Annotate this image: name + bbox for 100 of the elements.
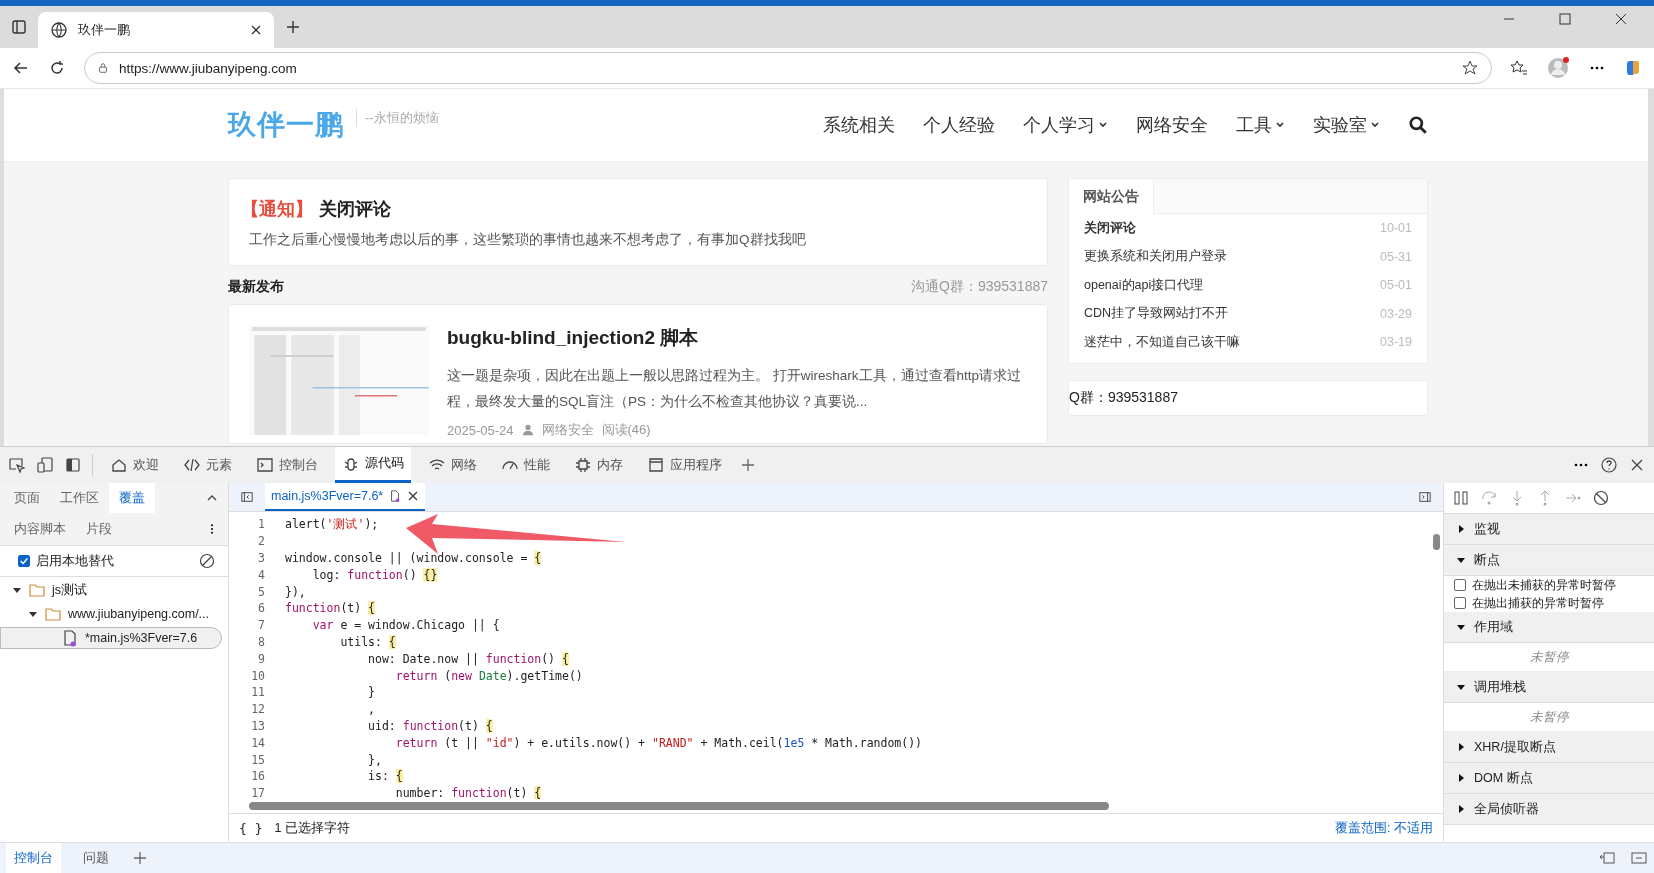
notice-title[interactable]: 关闭评论 [319,199,391,219]
checkbox[interactable] [1454,597,1466,609]
dock-icon[interactable] [64,456,82,474]
announcement-link[interactable]: 迷茫中，不知道自己该干嘛 [1084,333,1240,351]
notice-text: 工作之后重心慢慢地考虑以后的事，这些繁琐的事情也越来不想考虑了，有事加Q群找我吧 [249,231,807,249]
devtools-tab[interactable]: 应用程序 [640,447,729,483]
expand-arrow-icon[interactable] [1456,622,1466,632]
help-icon[interactable] [1600,456,1618,474]
devtools-tab[interactable]: 性能 [494,447,557,483]
clear-icon[interactable] [198,552,216,570]
devtools-tab[interactable]: 元素 [176,447,239,483]
device-icon[interactable] [36,456,54,474]
navigator-tab[interactable]: 片段 [76,514,122,544]
expand-arrow-icon[interactable] [1456,742,1466,752]
browser-tab[interactable]: 玖伴一鹏 [38,12,274,48]
star-icon[interactable] [1461,59,1479,77]
announcement-date: 05-01 [1380,278,1412,293]
nav-link[interactable]: 个人经验 [923,113,995,137]
inspect-icon[interactable] [8,456,26,474]
announcement-link[interactable]: 更换系统和关闭用户登录 [1084,248,1227,266]
expand-arrow-icon[interactable] [1456,773,1466,783]
code-line: now: Date.now || function() { [367,651,569,666]
nav-link[interactable]: 个人学习 [1023,113,1108,137]
line-number: 12 [250,702,265,717]
sidebar-toggle-icon[interactable] [241,491,253,503]
close-icon[interactable] [250,24,262,36]
new-tab-icon[interactable] [284,18,302,36]
avatar-icon[interactable] [1546,56,1570,80]
announcement-link[interactable]: openai的api接口代理 [1084,276,1204,294]
folder-icon [28,581,46,599]
nav-link[interactable]: 系统相关 [823,113,895,137]
section-header[interactable]: 全局侦听器 [1444,794,1654,825]
devtools-tab[interactable]: 欢迎 [103,447,166,483]
nav-link[interactable]: 网络安全 [1136,113,1208,137]
announcement-link[interactable]: CDN挂了导致网站打不开 [1084,305,1229,323]
favorites-icon[interactable] [1510,59,1528,77]
line-number: 4 [257,567,265,582]
nav-link[interactable]: 实验室 [1313,113,1380,137]
copilot-icon[interactable] [1624,59,1642,77]
file-icon [61,629,79,647]
post-date: 2025-05-24 [447,422,514,438]
devtools-tab[interactable]: 网络 [421,447,484,483]
expand-arrow-icon[interactable] [1456,682,1466,692]
file-tab[interactable]: main.js%3Fver=7.6* [265,483,426,511]
navigator-tab[interactable]: 覆盖 [109,483,155,513]
checkbox[interactable] [18,555,30,567]
panel-toggle-icon[interactable] [1419,491,1431,503]
empty-message: 未暂停 [1529,708,1569,726]
navigator-tab[interactable]: 页面 [4,483,50,513]
coverage-link[interactable]: 覆盖范围: 不适用 [1335,819,1433,837]
expand-arrow-icon[interactable] [1456,804,1466,814]
devtools-tab[interactable]: 控制台 [249,447,325,483]
reload-icon[interactable] [48,59,66,77]
expand-arrow-icon[interactable] [28,609,38,619]
tree-item[interactable]: www.jiubanyipeng.com/... [0,603,228,625]
tree-item[interactable]: *main.js%3Fver=7.6 [0,627,222,649]
dock-icon[interactable] [1598,849,1616,867]
expand-arrow-icon[interactable] [12,585,22,595]
pause-icon[interactable] [1452,489,1470,507]
pretty-print-button[interactable]: { } [239,820,263,836]
checkbox-label: 在抛出未捕获的异常时暂停 [1472,577,1616,593]
window-icon [647,456,665,474]
file-icon [389,490,402,502]
drawer-tab[interactable]: 问题 [75,843,117,873]
devtools-tab[interactable]: 内存 [567,447,630,483]
section-header[interactable]: XHR/提取断点 [1444,732,1654,763]
deactivate-breakpoints-icon[interactable] [1592,489,1610,507]
code-line: is: { [367,769,403,784]
line-number: 9 [257,651,265,666]
expand-arrow-icon[interactable] [1456,524,1466,534]
empty-message: 未暂停 [1529,648,1569,666]
announcement-tab[interactable]: 网站公告 [1069,179,1154,214]
drawer-tab[interactable]: 控制台 [6,843,61,873]
section-header[interactable]: 调用堆栈 [1444,672,1654,703]
console-icon [256,456,274,474]
line-number: 6 [257,601,265,616]
checkbox[interactable] [1454,579,1466,591]
expand-arrow-icon[interactable] [1456,555,1466,565]
maximize-icon[interactable] [1556,10,1574,28]
announcement-link[interactable]: 关闭评论 [1084,219,1136,237]
section-header[interactable]: 监视 [1444,514,1654,545]
line-number: 3 [257,551,265,565]
navigator-tab[interactable]: 工作区 [50,483,109,513]
section-header[interactable]: 断点 [1444,545,1654,576]
section-header[interactable]: DOM 断点 [1444,763,1654,794]
devtools-tab[interactable]: 源代码 [335,447,411,483]
nav-link[interactable]: 工具 [1236,113,1285,137]
section-header[interactable]: 作用域 [1444,612,1654,643]
qq-group-text: Q群：939531887 [1069,388,1178,407]
navigator-tab[interactable]: 内容脚本 [4,514,76,544]
close-icon[interactable] [407,490,420,502]
add-icon[interactable] [131,849,149,867]
announcement-date: 03-29 [1380,306,1412,321]
post-reads: 阅读(46) [601,421,651,439]
checkbox-label: 在抛出捕获的异常时暂停 [1472,595,1604,611]
add-icon[interactable] [739,456,757,474]
tree-item[interactable]: js测试 [0,579,228,601]
tab-actions-icon[interactable] [10,18,28,36]
search-icon[interactable] [1408,115,1428,135]
post-title[interactable]: bugku-blind_injection2 脚本 [447,325,1031,351]
